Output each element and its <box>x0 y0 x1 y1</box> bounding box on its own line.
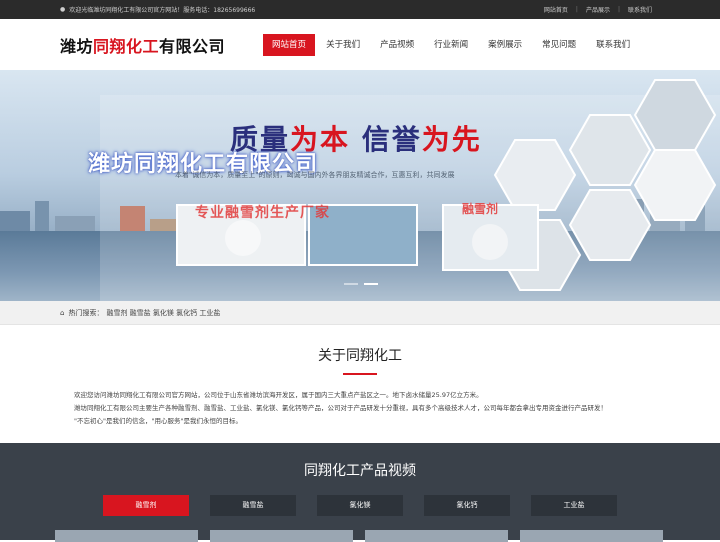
top-link-home[interactable]: 网站首页 <box>536 5 576 14</box>
carousel-dot[interactable] <box>344 283 358 285</box>
nav-item-cases[interactable]: 案例展示 <box>479 34 531 56</box>
product-photo-collage <box>100 79 720 301</box>
about-paragraph: "不忘初心"是我们的信念，"用心服务"是我们永恒的目标。 <box>74 417 242 425</box>
about-text: 欢迎您访问潍坊同翔化工有限公司官方网站，公司位于山东省潍坊滨海开发区，属于国内三… <box>0 375 720 428</box>
location-pin-icon: ● <box>60 6 66 13</box>
top-link-products[interactable]: 产品展示 <box>578 5 618 14</box>
product-video-section: 同翔化工产品视频 融雪剂 融雪盐 氯化镁 氯化钙 工业盐 <box>0 443 720 542</box>
nav-item-faq[interactable]: 常见问题 <box>533 34 585 56</box>
tab-snow-melting-agent[interactable]: 融雪剂 <box>103 495 189 516</box>
nav-item-about[interactable]: 关于我们 <box>317 34 369 56</box>
tab-magnesium-chloride[interactable]: 氯化镁 <box>317 495 403 516</box>
hot-search-label: 热门搜索： <box>68 308 104 317</box>
banner-product-line: 专业融雪剂生产厂家 <box>195 205 330 221</box>
tab-snow-melting-salt[interactable]: 融雪盐 <box>210 495 296 516</box>
nav-item-news[interactable]: 行业新闻 <box>425 34 477 56</box>
carousel-dots <box>344 283 378 285</box>
about-paragraph: 欢迎您访问潍坊同翔化工有限公司官方网站，公司位于山东省潍坊滨海开发区，属于国内三… <box>74 391 483 399</box>
video-thumbnails <box>55 530 663 542</box>
nav-item-videos[interactable]: 产品视频 <box>371 34 423 56</box>
banner-subline: 本着"诚信为本，质量至上"的原则，竭诚与国内外各界朋友精诚合作，互惠互利，共同发… <box>175 171 455 179</box>
video-thumbnail[interactable] <box>365 530 508 542</box>
video-thumbnail[interactable] <box>55 530 198 542</box>
hero-banner[interactable]: 质量为本 信誉为先 潍坊同翔化工有限公司 本着"诚信为本，质量至上"的原则，竭诚… <box>0 70 720 301</box>
nav-item-contact[interactable]: 联系我们 <box>587 34 639 56</box>
main-nav: 网站首页 关于我们 产品视频 行业新闻 案例展示 常见问题 联系我们 <box>263 33 641 56</box>
hot-search-bar: ⌂ 热门搜索： 融雪剂 融雪盐 氯化镁 氯化钙 工业盐 <box>0 301 720 325</box>
about-section: 关于同翔化工 欢迎您访问潍坊同翔化工有限公司官方网站，公司位于山东省潍坊滨海开发… <box>0 325 720 428</box>
about-title: 关于同翔化工 <box>318 348 402 364</box>
welcome-text: 欢迎光临潍坊同翔化工有限公司官方网站！服务电话：18265699666 <box>69 7 256 14</box>
top-bar: ● 欢迎光临潍坊同翔化工有限公司官方网站！服务电话：18265699666 网站… <box>0 0 720 19</box>
site-logo[interactable]: 潍坊同翔化工有限公司 <box>60 33 225 57</box>
video-thumbnail[interactable] <box>520 530 663 542</box>
site-header: 潍坊同翔化工有限公司 网站首页 关于我们 产品视频 行业新闻 案例展示 常见问题… <box>0 19 720 70</box>
banner-product-badge: 融雪剂 <box>462 202 499 216</box>
top-links: 网站首页 | 产品展示 | 联系我们 <box>536 5 660 14</box>
home-icon: ⌂ <box>60 308 65 317</box>
nav-item-home[interactable]: 网站首页 <box>263 33 316 56</box>
top-link-contact[interactable]: 联系我们 <box>620 5 660 14</box>
tab-calcium-chloride[interactable]: 氯化钙 <box>424 495 510 516</box>
product-video-title: 同翔化工产品视频 <box>304 463 416 479</box>
video-thumbnail[interactable] <box>210 530 353 542</box>
product-tabs: 融雪剂 融雪盐 氯化镁 氯化钙 工业盐 <box>0 495 720 516</box>
hot-search-keywords[interactable]: 融雪剂 融雪盐 氯化镁 氯化钙 工业盐 <box>106 308 220 318</box>
welcome-area: ● 欢迎光临潍坊同翔化工有限公司官方网站！服务电话：18265699666 <box>60 5 255 14</box>
tab-industrial-salt[interactable]: 工业盐 <box>531 495 617 516</box>
about-paragraph: 潍坊同翔化工有限公司主要生产各种融雪剂、融雪盐、工业盐、氯化镁、氯化钙等产品，公… <box>74 404 607 412</box>
carousel-dot[interactable] <box>364 283 378 285</box>
